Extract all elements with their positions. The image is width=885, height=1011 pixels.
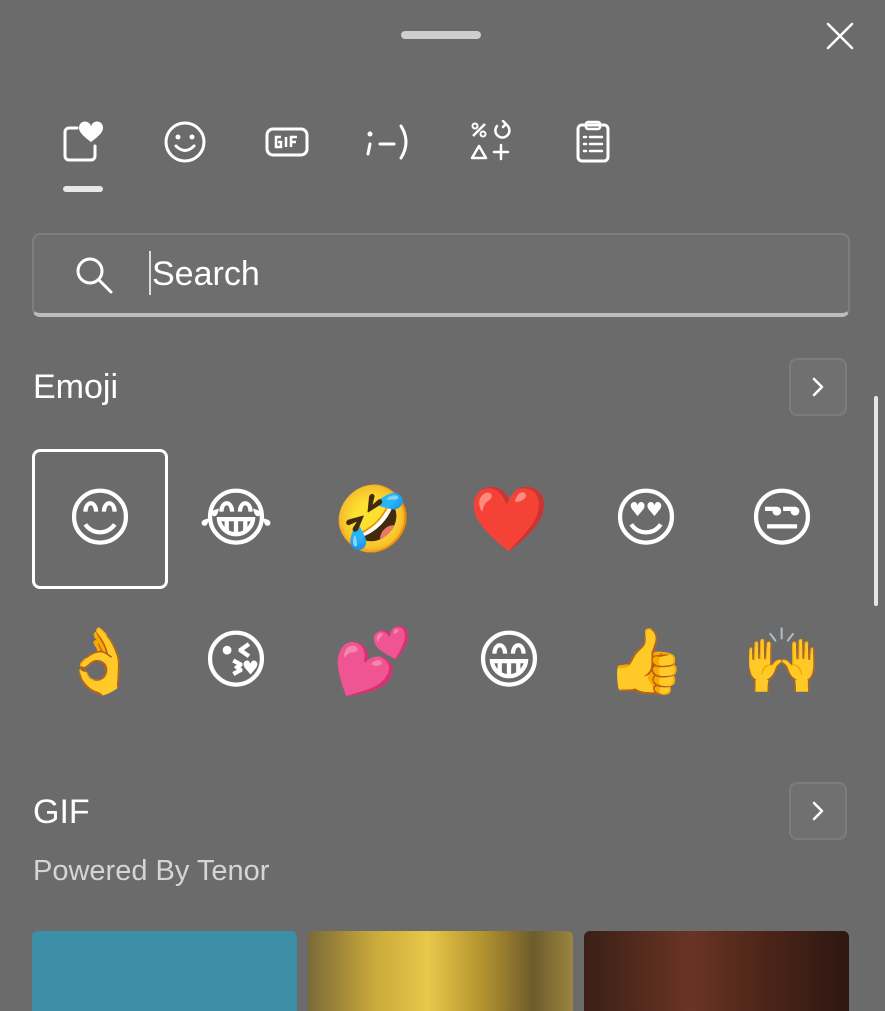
tab-emoji[interactable]: [135, 110, 235, 174]
tab-kaomoji[interactable]: [339, 110, 439, 174]
scrollbar[interactable]: [874, 396, 878, 606]
close-button[interactable]: [818, 14, 862, 58]
emoji-blowing-kiss[interactable]: 😘: [168, 591, 304, 731]
search-input[interactable]: [150, 247, 794, 301]
emoji-see-all-button[interactable]: [789, 358, 847, 416]
emoji-smiling-face[interactable]: 😊: [32, 449, 168, 589]
emoji-section-title: Emoji: [33, 368, 119, 406]
search-icon: [76, 257, 113, 294]
chevron-right-icon: [812, 801, 824, 821]
chevron-right-icon: [812, 377, 824, 397]
clipboard-icon: [576, 120, 610, 163]
gif-thumbnail[interactable]: [308, 931, 573, 1011]
gif-thumbnail[interactable]: [584, 931, 849, 1011]
tab-gif[interactable]: [237, 110, 337, 174]
emoji-beaming-face[interactable]: 😁: [441, 591, 577, 731]
gif-see-all-button[interactable]: [789, 782, 847, 840]
emoji-two-hearts[interactable]: 💕: [305, 591, 441, 731]
kaomoji-icon: [366, 124, 408, 160]
drag-handle[interactable]: [401, 31, 481, 39]
smiley-icon: [164, 121, 206, 163]
emoji-red-heart[interactable]: ❤️: [441, 449, 577, 589]
gif-thumbnail[interactable]: [32, 931, 297, 1011]
category-tabs: [33, 110, 653, 200]
symbols-icon: [470, 120, 511, 161]
emoji-rolling-laughing[interactable]: 🤣: [305, 449, 441, 589]
gif-provider-label: Powered By Tenor: [33, 855, 270, 887]
emoji-tears-of-joy[interactable]: 😂: [168, 449, 304, 589]
emoji-raising-hands[interactable]: 🙌: [714, 591, 850, 731]
search-box[interactable]: [32, 233, 850, 317]
tab-favorites[interactable]: [33, 110, 133, 192]
gif-section-title: GIF: [33, 793, 90, 831]
emoji-thumbs-up[interactable]: 👍: [578, 591, 714, 731]
tab-clipboard[interactable]: [543, 110, 643, 174]
emoji-unamused[interactable]: 😒: [714, 449, 850, 589]
selected-tab-indicator: [63, 186, 103, 192]
tab-symbols[interactable]: [441, 110, 541, 174]
close-icon: [826, 22, 854, 50]
emoji-ok-hand[interactable]: 👌: [32, 591, 168, 731]
favorites-heart-icon: [63, 121, 104, 162]
gif-icon: [265, 127, 309, 157]
emoji-heart-eyes[interactable]: 😍: [578, 449, 714, 589]
